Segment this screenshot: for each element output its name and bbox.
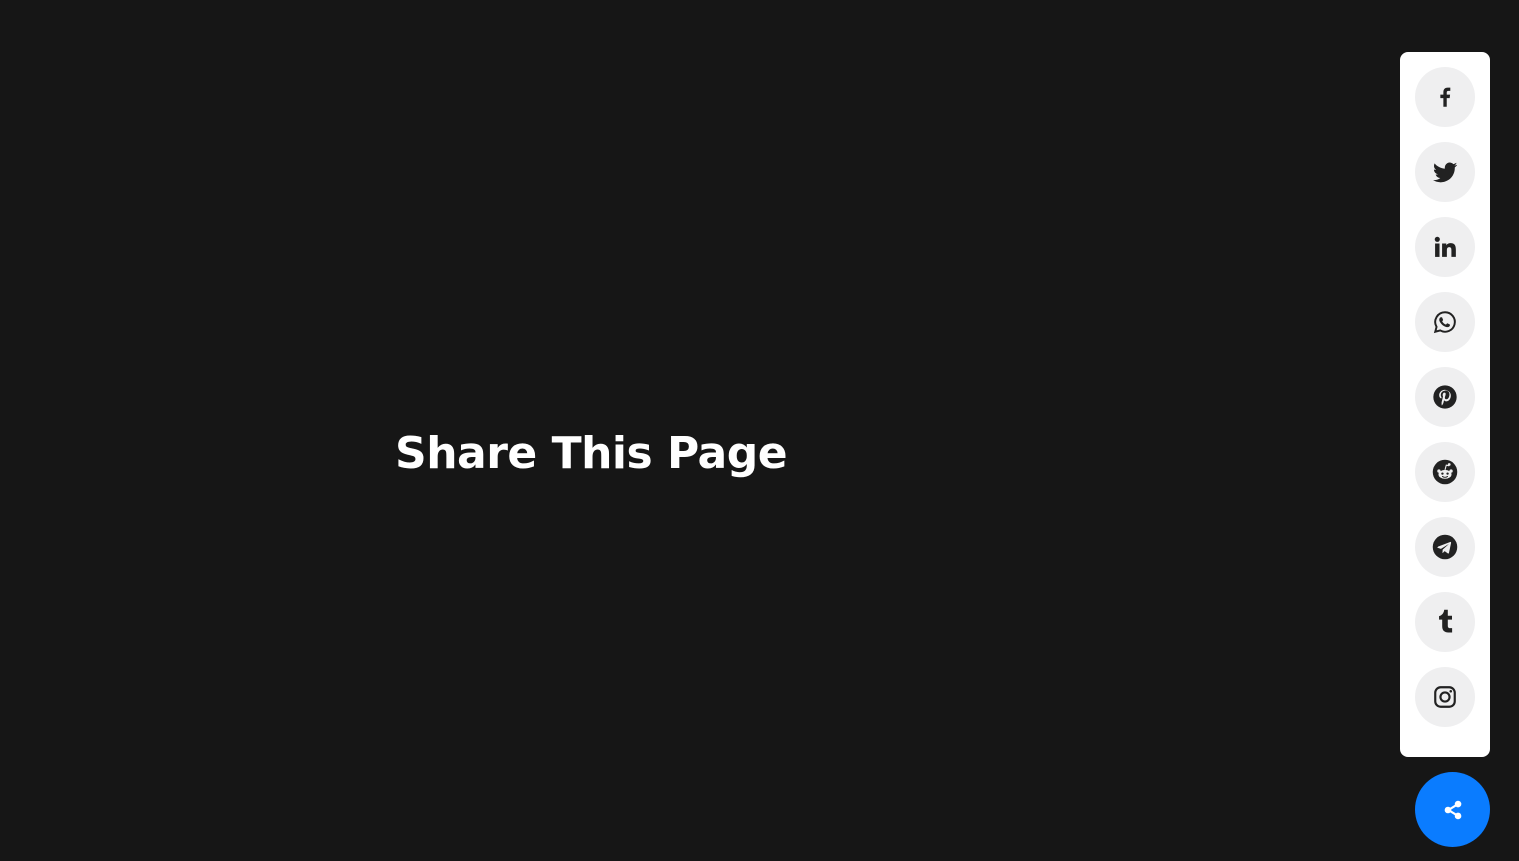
facebook-icon — [1440, 87, 1451, 107]
share-icon — [1444, 800, 1461, 819]
telegram-icon — [1432, 534, 1458, 560]
share-linkedin-button[interactable] — [1415, 217, 1475, 277]
share-telegram-button[interactable] — [1415, 517, 1475, 577]
linkedin-icon — [1434, 236, 1456, 257]
share-toggle-button[interactable] — [1415, 772, 1490, 847]
page: Share This Page — [0, 0, 1519, 861]
pinterest-icon — [1433, 385, 1457, 409]
instagram-icon — [1434, 686, 1456, 708]
twitter-icon — [1432, 162, 1458, 183]
share-whatsapp-button[interactable] — [1415, 292, 1475, 352]
share-pinterest-button[interactable] — [1415, 367, 1475, 427]
share-instagram-button[interactable] — [1415, 667, 1475, 727]
share-reddit-button[interactable] — [1415, 442, 1475, 502]
share-tumblr-button[interactable] — [1415, 592, 1475, 652]
share-facebook-button[interactable] — [1415, 67, 1475, 127]
share-menu-panel — [1400, 52, 1490, 757]
page-title: Share This Page — [395, 428, 788, 479]
tumblr-icon — [1439, 609, 1453, 633]
reddit-icon — [1432, 459, 1458, 485]
share-twitter-button[interactable] — [1415, 142, 1475, 202]
whatsapp-icon — [1433, 311, 1456, 334]
